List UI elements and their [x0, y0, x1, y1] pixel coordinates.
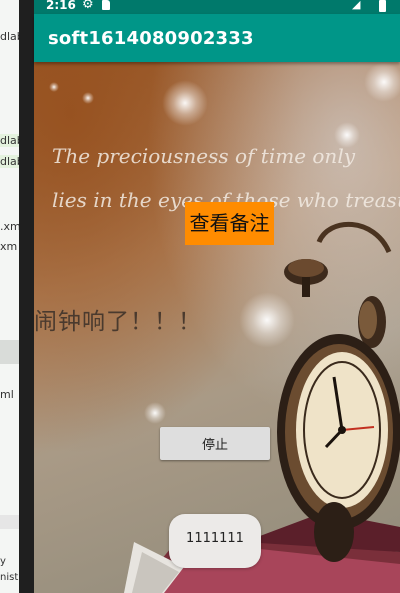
sparkle [144, 402, 166, 424]
app-bar: soft1614080902333 [34, 14, 400, 62]
phone-bezel [19, 0, 34, 593]
toast-message: 1111111 [169, 514, 261, 568]
ide-text-fragment: .xm [0, 220, 21, 233]
ide-text-fragment: xm [0, 240, 18, 253]
ide-text-fragment: nisti [0, 572, 22, 583]
alarm-screen-content: The preciousness of time only lies in th… [34, 62, 400, 593]
sparkle [162, 80, 208, 126]
sparkle [82, 92, 94, 104]
stop-button[interactable]: 停止 [160, 427, 270, 460]
status-bar: 2:16 ⚙ ◢ [34, 0, 400, 14]
sparkle [49, 82, 59, 92]
alarm-ringing-text: 闹钟响了！！！ [34, 309, 202, 335]
ide-text-fragment: ml [0, 388, 14, 401]
ide-text-fragment: y [0, 556, 6, 567]
battery-icon [379, 0, 386, 12]
view-memo-button[interactable]: 查看备注 [185, 202, 274, 245]
gear-icon: ⚙ [82, 0, 94, 12]
sd-card-icon [102, 0, 110, 10]
status-time: 2:16 [46, 0, 76, 12]
quote-line: The preciousness of time only [52, 144, 356, 168]
signal-icon: ◢ [352, 0, 361, 11]
app-title: soft1614080902333 [48, 28, 254, 49]
sparkle [364, 62, 400, 102]
alarm-clock-illustration [277, 221, 400, 562]
